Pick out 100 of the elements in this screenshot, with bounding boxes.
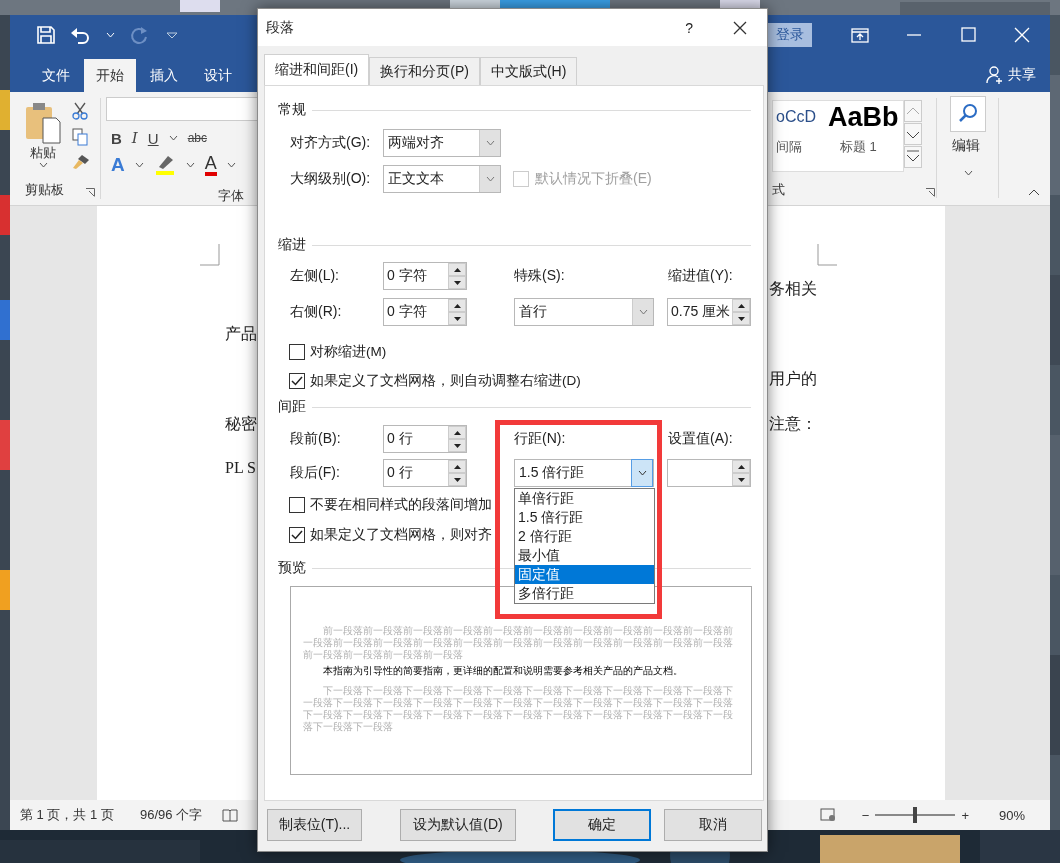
spin-down-button[interactable]: [448, 473, 466, 486]
dropdown-option[interactable]: 固定值: [515, 565, 654, 584]
margin-mark: [817, 244, 837, 266]
dropdown-option[interactable]: 多倍行距: [515, 584, 654, 603]
text-effect-button[interactable]: A: [111, 154, 125, 176]
dialog-button[interactable]: 设为默认值(D): [400, 809, 516, 841]
web-layout-icon[interactable]: [819, 808, 836, 822]
format-painter-icon[interactable]: [72, 154, 90, 170]
dropdown-option[interactable]: 2 倍行距: [515, 527, 654, 546]
document-text: PL S: [225, 459, 256, 478]
font-color-button[interactable]: A: [204, 154, 217, 176]
close-icon[interactable]: [1012, 25, 1032, 45]
paste-button[interactable]: 粘贴: [24, 102, 62, 168]
style-name[interactable]: 标题 1: [840, 138, 899, 156]
format-button[interactable]: B: [111, 129, 122, 147]
zoom-out-button[interactable]: −: [861, 807, 870, 823]
page-count[interactable]: 第 1 页，共 1 页: [20, 806, 114, 824]
dropdown-option[interactable]: 单倍行距: [515, 489, 654, 508]
dialog-button[interactable]: 取消: [664, 809, 762, 841]
dialog-tab[interactable]: 换行和分页(P): [369, 57, 480, 85]
spin-up-button[interactable]: [448, 426, 466, 439]
checkbox[interactable]: [289, 497, 305, 513]
spin-field[interactable]: 0 行: [383, 425, 467, 453]
spin-field[interactable]: 0 字符: [383, 298, 467, 326]
help-button[interactable]: ?: [685, 19, 693, 36]
scissors-icon[interactable]: [72, 102, 88, 120]
preview-sample-text: 本指南为引导性的简要指南，更详细的配置和说明需要参考相关产品的产品文档。: [322, 665, 684, 677]
spin-up-button[interactable]: [448, 299, 466, 312]
checkbox[interactable]: [289, 344, 305, 360]
field-label: 段后(F):: [290, 464, 341, 482]
zoom-slider-thumb[interactable]: [913, 807, 918, 823]
ribbon-tab[interactable]: 设计: [192, 59, 244, 92]
ribbon-display-icon[interactable]: [850, 25, 870, 45]
style-name[interactable]: 间隔: [776, 138, 816, 156]
zoom-level[interactable]: 90%: [998, 807, 1025, 823]
triangle-up-icon: [737, 303, 745, 308]
sign-in-button[interactable]: 登录: [768, 23, 812, 47]
search-icon[interactable]: [950, 96, 986, 132]
dropdown[interactable]: 首行: [514, 298, 654, 326]
dialog-tab[interactable]: 中文版式(H): [479, 57, 578, 85]
format-button[interactable]: I: [131, 129, 138, 147]
triangle-down-icon: [453, 477, 461, 482]
caret-icon: [106, 32, 115, 38]
word-count[interactable]: 96/96 个字: [139, 806, 203, 824]
collapse-ribbon-icon[interactable]: [1028, 188, 1040, 196]
dropdown[interactable]: 两端对齐: [383, 129, 501, 157]
dropdown[interactable]: 正文文本: [383, 165, 501, 193]
clipboard-icon: [24, 102, 62, 144]
save-icon[interactable]: [36, 25, 56, 45]
spin-down-button[interactable]: [732, 312, 750, 325]
add-person-icon[interactable]: [986, 66, 1004, 84]
format-button[interactable]: abc: [187, 131, 207, 145]
dropdown-option[interactable]: 1.5 倍行距: [515, 508, 654, 527]
spin-up-button[interactable]: [732, 299, 750, 312]
book-icon[interactable]: [222, 808, 239, 822]
spin-field[interactable]: 0 行: [383, 459, 467, 487]
document-text: 秘密: [225, 414, 257, 434]
margin-mark: [200, 244, 220, 266]
copy-icon[interactable]: [72, 128, 88, 146]
spin-field[interactable]: [667, 459, 751, 487]
spin-down-button[interactable]: [448, 276, 466, 289]
gallery-down-icon[interactable]: [904, 123, 922, 145]
gallery-more-icon[interactable]: [904, 146, 922, 168]
dialog-launcher-icon[interactable]: [86, 188, 95, 197]
spin-down-button[interactable]: [448, 439, 466, 452]
highlighter-icon[interactable]: [153, 154, 176, 176]
dropdown[interactable]: 1.5 倍行距: [514, 459, 654, 487]
ribbon-tab[interactable]: 文件: [30, 59, 82, 92]
style-sample[interactable]: oCcD: [776, 100, 816, 134]
spin-up-button[interactable]: [448, 263, 466, 276]
undo-icon[interactable]: [70, 25, 92, 45]
spin-up-button[interactable]: [732, 460, 750, 473]
spin-field[interactable]: 0 字符: [383, 262, 467, 290]
spin-up-button[interactable]: [448, 460, 466, 473]
maximize-icon[interactable]: [958, 25, 978, 45]
caret-icon: [638, 309, 648, 315]
document-text: 用户的: [769, 369, 817, 389]
spin-down-button[interactable]: [448, 312, 466, 325]
editing-button[interactable]: 编辑: [952, 137, 980, 155]
close-icon[interactable]: [733, 20, 747, 35]
checkbox[interactable]: [289, 373, 305, 389]
style-sample[interactable]: AaBb: [828, 100, 899, 134]
checkbox-label: 不要在相同样式的段落间增加: [310, 496, 492, 514]
font-name-field[interactable]: [106, 97, 258, 121]
checkbox[interactable]: [289, 527, 305, 543]
document-text: 务相关: [769, 279, 817, 299]
dialog-button[interactable]: 制表位(T)...: [267, 809, 362, 841]
triangle-up-icon: [453, 464, 461, 469]
spin-down-button[interactable]: [732, 473, 750, 486]
dialog-tab[interactable]: 缩进和间距(I): [264, 54, 370, 85]
group-label: 字体: [218, 187, 244, 205]
dropdown-option[interactable]: 最小值: [515, 546, 654, 565]
dialog-launcher-icon[interactable]: [926, 188, 935, 197]
spin-field[interactable]: 0.75 厘米: [667, 298, 751, 326]
format-button[interactable]: U: [147, 129, 159, 147]
zoom-in-button[interactable]: +: [961, 807, 969, 823]
ribbon-tab[interactable]: 开始: [84, 59, 136, 92]
ribbon-tab[interactable]: 插入: [138, 59, 190, 92]
dialog-button[interactable]: 确定: [553, 809, 651, 841]
share-button[interactable]: 共享: [1008, 66, 1036, 84]
